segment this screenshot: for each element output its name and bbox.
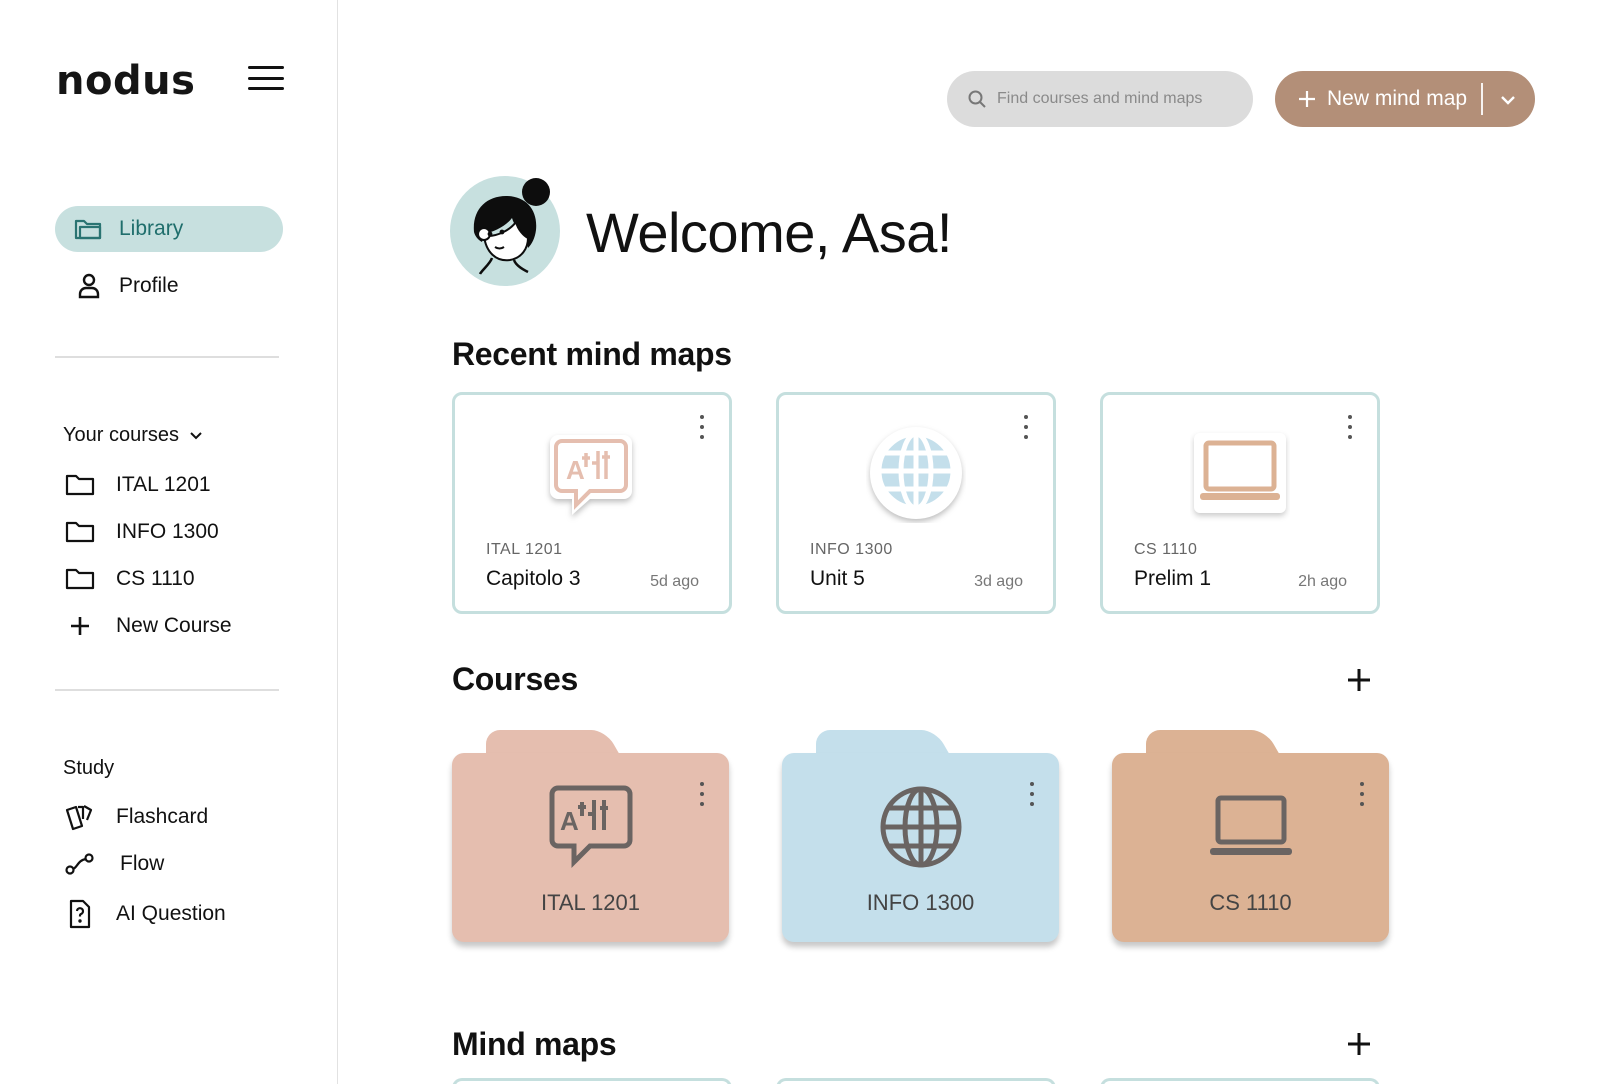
divider: [55, 689, 279, 691]
search-bar[interactable]: [947, 71, 1253, 127]
flow-icon: [64, 850, 96, 878]
recent-card-unit-5[interactable]: INFO 1300 Unit 5 3d ago: [776, 392, 1056, 614]
more-options-icon[interactable]: [1027, 782, 1037, 812]
question-doc-icon: [64, 899, 96, 929]
recent-card-title: Capitolo 3: [486, 567, 581, 590]
add-course-plus-icon[interactable]: [1345, 666, 1373, 694]
mindmaps-heading: Mind maps: [452, 1026, 617, 1062]
laptop-icon: [1190, 423, 1290, 523]
mind-map-card[interactable]: [452, 1078, 732, 1084]
recent-card-course: INFO 1300: [810, 541, 893, 558]
avatar[interactable]: [448, 172, 562, 286]
menu-icon[interactable]: [248, 66, 284, 94]
study-item-flashcard[interactable]: Flashcard: [64, 799, 208, 835]
study-label: Flashcard: [116, 805, 209, 828]
sidebar-course-info-1300[interactable]: INFO 1300: [64, 514, 219, 550]
course-folder-label: CS 1110: [1209, 890, 1292, 915]
study-label: AI Question: [116, 902, 226, 925]
new-mind-map-button[interactable]: New mind map: [1275, 71, 1535, 127]
course-label: INFO 1300: [116, 520, 219, 543]
recent-card-time: 3d ago: [974, 573, 1023, 590]
nav-label-profile: Profile: [119, 274, 179, 297]
person-icon: [73, 270, 105, 302]
recent-card-course: ITAL 1201: [486, 541, 563, 558]
new-mind-map-label: New mind map: [1327, 87, 1468, 110]
laptop-icon: [1209, 795, 1292, 855]
more-options-icon[interactable]: [1357, 782, 1367, 812]
mind-map-card[interactable]: [776, 1078, 1056, 1084]
sidebar: nodus Library Profile Your courses ITAL …: [0, 0, 338, 1084]
recent-card-title: Prelim 1: [1134, 567, 1212, 590]
search-icon: [968, 90, 986, 108]
study-item-flow[interactable]: Flow: [64, 846, 164, 882]
welcome-heading: Welcome, Asa!: [586, 201, 952, 264]
divider: [55, 356, 279, 358]
course-label: ITAL 1201: [116, 473, 211, 496]
more-options-icon[interactable]: [697, 415, 707, 445]
nav-item-library[interactable]: Library: [55, 206, 283, 252]
recent-card-time: 5d ago: [650, 573, 699, 590]
globe-icon: [866, 423, 966, 523]
translate-icon: A: [549, 785, 632, 869]
folder-icon: [64, 471, 96, 499]
svg-text:A: A: [560, 806, 579, 836]
course-folder-cs-1110[interactable]: CS 1110: [1112, 730, 1389, 942]
your-courses-toggle[interactable]: Your courses: [63, 424, 203, 447]
study-label: Flow: [120, 852, 165, 875]
translate-icon: A: [542, 423, 642, 523]
course-folder-ital-1201[interactable]: A ITAL 1201: [452, 730, 729, 942]
folder-icon: [64, 565, 96, 593]
course-folder-label: ITAL 1201: [540, 890, 641, 915]
recent-card-capitolo-3[interactable]: A ITAL 1201 Capitolo 3 5d ago: [452, 392, 732, 614]
new-course-label: New Course: [116, 614, 232, 637]
your-courses-heading: Your courses: [63, 424, 179, 446]
course-folder-info-1300[interactable]: INFO 1300: [782, 730, 1059, 942]
mind-map-card[interactable]: [1100, 1078, 1380, 1084]
sidebar-course-cs-1110[interactable]: CS 1110: [64, 561, 195, 597]
button-separator: [1481, 83, 1483, 115]
more-options-icon[interactable]: [1345, 415, 1355, 445]
courses-heading: Courses: [452, 661, 578, 697]
recent-heading: Recent mind maps: [452, 336, 732, 372]
recent-card-course: CS 1110: [1134, 541, 1198, 558]
sidebar-course-ital-1201[interactable]: ITAL 1201: [64, 467, 211, 503]
more-options-icon[interactable]: [1021, 415, 1031, 445]
study-item-ai-question[interactable]: AI Question: [64, 896, 226, 932]
course-folder-label: INFO 1300: [866, 890, 975, 915]
search-input[interactable]: [997, 90, 1237, 108]
folder-icon: [64, 518, 96, 546]
more-options-icon[interactable]: [697, 782, 707, 812]
new-course-button[interactable]: New Course: [64, 608, 232, 644]
plus-icon: [1299, 91, 1315, 107]
globe-icon: [880, 786, 961, 868]
study-heading: Study: [63, 757, 115, 779]
course-label: CS 1110: [116, 567, 195, 590]
app-logo[interactable]: nodus: [56, 58, 195, 104]
chevron-down-icon[interactable]: [1497, 89, 1519, 111]
plus-icon: [64, 612, 96, 640]
nav-item-profile[interactable]: Profile: [55, 263, 283, 309]
nav-label-library: Library: [119, 217, 184, 240]
cards-icon: [64, 803, 96, 831]
recent-card-title: Unit 5: [810, 567, 865, 590]
recent-card-time: 2h ago: [1298, 573, 1347, 590]
chevron-down-icon: [190, 431, 202, 439]
recent-card-prelim-1[interactable]: CS 1110 Prelim 1 2h ago: [1100, 392, 1380, 614]
add-mind-map-plus-icon[interactable]: [1345, 1030, 1373, 1058]
folder-open-icon: [73, 213, 105, 245]
